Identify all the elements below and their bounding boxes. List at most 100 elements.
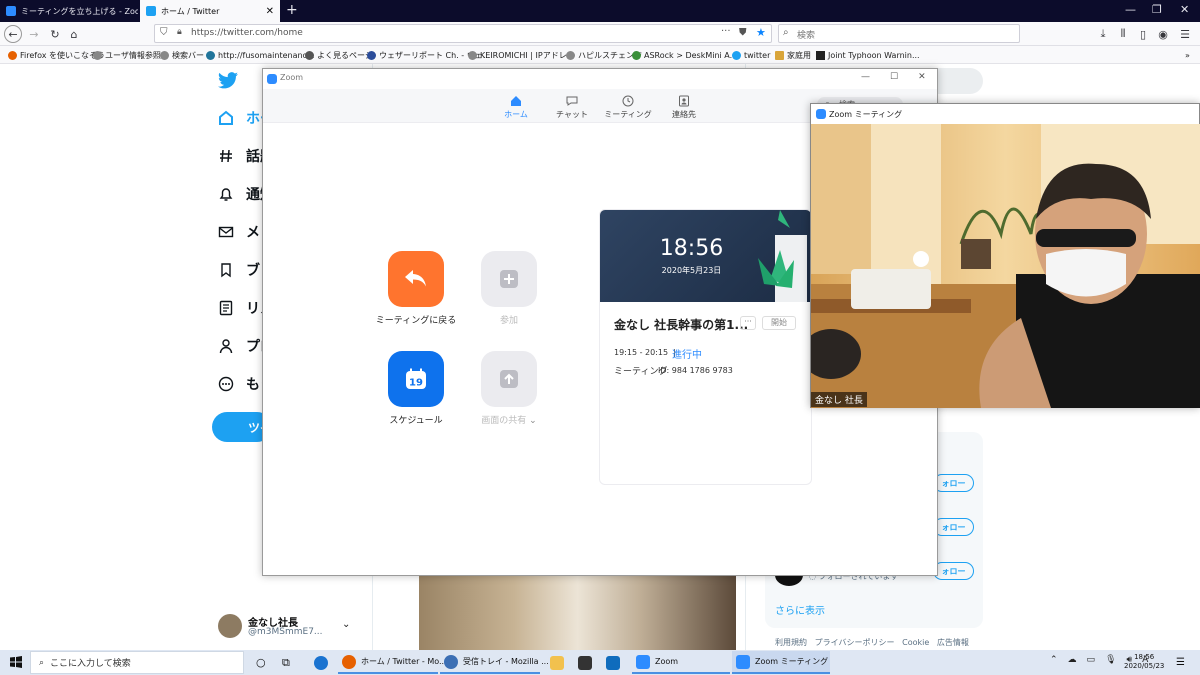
bookmark-item[interactable]: Joint Typhoon Warnin... — [816, 48, 920, 62]
profile-handle: @m3MSmmE7... — [248, 627, 323, 637]
taskbar-app-thunderbird[interactable]: 受信トレイ - Mozilla ... — [440, 651, 549, 674]
chevron-down-icon[interactable]: ⌄ — [529, 416, 537, 426]
zoom-icon — [636, 654, 650, 669]
search-placeholder: 検索 — [797, 31, 816, 41]
onedrive-icon[interactable]: ☁ — [1068, 655, 1077, 665]
taskbar-app-store[interactable] — [574, 651, 601, 674]
taskbar-app-zoom[interactable]: Zoom — [632, 651, 730, 674]
sidebar-icon[interactable]: ▯ — [1134, 25, 1152, 43]
chevron-up-icon[interactable]: ⌃ — [1050, 655, 1058, 665]
task-view-icon[interactable]: ⧉ — [278, 651, 294, 674]
timeline-photo[interactable] — [419, 575, 736, 650]
windows-taskbar: ⌕ ここに入力して検索 ○ ⧉ ホーム / Twitter - Mo... 受信… — [0, 650, 1200, 675]
bell-icon — [219, 188, 233, 201]
taskbar-app-zoom-meeting[interactable]: Zoom ミーティング — [732, 651, 830, 674]
footer-link[interactable]: Cookie — [902, 638, 929, 647]
taskbar-search-input[interactable]: ⌕ ここに入力して検索 — [30, 651, 244, 674]
share-screen-button[interactable] — [481, 351, 537, 407]
close-icon[interactable]: ✕ — [260, 6, 274, 17]
bookmark-star-icon[interactable]: ★ — [756, 26, 766, 39]
download-icon[interactable]: ⤓ — [1094, 25, 1112, 43]
mail-icon — [606, 655, 620, 670]
pocket-icon[interactable]: ⛊ — [739, 27, 747, 38]
twitter-logo-icon[interactable] — [218, 72, 238, 89]
bookmark-item[interactable]: 検索バー — [160, 48, 204, 62]
participant-name-tag: 金なし 社長 — [811, 392, 867, 407]
account-switcher[interactable]: 金なし社長 @m3MSmmE7... ⌄ — [218, 612, 368, 640]
footer-link[interactable]: 広告情報 — [937, 638, 969, 647]
list-icon — [219, 300, 233, 316]
windows-start-icon[interactable] — [10, 656, 22, 668]
cortana-icon[interactable]: ○ — [252, 651, 270, 674]
bookmark-item[interactable]: ASRock > DeskMini A... — [632, 48, 737, 62]
taskbar-app-mail[interactable] — [602, 651, 629, 674]
follow-button[interactable]: ォロー — [933, 474, 974, 492]
show-more-link[interactable]: さらに表示 — [775, 602, 825, 617]
microphone-icon[interactable]: 🎙︎ — [1105, 655, 1116, 665]
contacts-icon — [679, 95, 689, 107]
tab-title: ミーティングを立ち上げる - Zoom — [21, 6, 138, 16]
warning-icon — [816, 50, 825, 60]
url-bar[interactable]: ⛉ 🔒︎ https://twitter.com/home ··· ⛊ ★ — [154, 24, 772, 43]
return-to-meeting-button[interactable] — [388, 251, 444, 307]
tab-title: ホーム / Twitter — [161, 6, 220, 16]
bookmark-item[interactable]: KEIROMICHI | IPアドレ... — [468, 48, 574, 62]
more-options-button[interactable]: ··· — [740, 316, 756, 330]
search-icon: ⌕ — [783, 27, 789, 38]
forward-icon[interactable]: → — [25, 25, 43, 43]
join-button[interactable] — [481, 251, 537, 307]
page-actions-icon[interactable]: ··· — [721, 26, 731, 37]
participant-video[interactable]: 金なし 社長 — [811, 124, 1200, 408]
footer-link[interactable]: 利用規約 — [775, 638, 807, 647]
start-meeting-button[interactable]: 開始 — [762, 316, 796, 330]
footer-link[interactable]: プライバシーポリシー — [815, 638, 895, 647]
tab-twitter-home[interactable]: ホーム / Twitter ✕ — [140, 0, 280, 22]
bookmark-item[interactable]: よく見るページ — [305, 48, 373, 62]
minimize-icon[interactable]: — — [861, 72, 870, 82]
bookmarks-overflow-icon[interactable]: » — [1185, 48, 1190, 62]
shield-icon[interactable]: ⛉ — [160, 27, 168, 38]
bookmark-folder[interactable]: 家庭用 — [775, 48, 811, 62]
bookmark-item[interactable]: Firefox を使いこなそう — [8, 48, 105, 62]
follow-button[interactable]: ォロー — [933, 518, 974, 536]
plus-icon — [500, 270, 518, 288]
taskbar-app-explorer[interactable] — [546, 651, 573, 674]
account-icon[interactable]: ◉ — [1154, 25, 1172, 43]
new-tab-icon[interactable]: + — [286, 2, 298, 18]
close-icon[interactable]: ✕ — [918, 72, 926, 82]
tab-contacts[interactable]: 連絡先 — [659, 95, 709, 120]
chevron-down-icon[interactable]: ⌄ — [342, 619, 350, 630]
tab-zoom-launch[interactable]: ミーティングを立ち上げる - Zoom ✕ — [0, 0, 138, 22]
menu-icon[interactable]: ☰ — [1176, 25, 1194, 43]
search-bar[interactable]: ⌕ 検索 — [778, 24, 1020, 43]
close-window-icon[interactable]: ✕ — [1180, 3, 1189, 16]
library-icon[interactable]: ⫴ — [1114, 25, 1132, 43]
tab-home[interactable]: ホーム — [491, 95, 541, 120]
home-icon[interactable]: ⌂ — [65, 25, 83, 43]
taskbar-clock[interactable]: 18:56 2020/05/23 — [1124, 653, 1164, 671]
bookmark-item[interactable]: ユーザ情報参照 — [93, 48, 161, 62]
taskbar-app-edge[interactable] — [310, 651, 337, 674]
maximize-icon[interactable]: ❐ — [1152, 3, 1162, 16]
tab-chat[interactable]: チャット — [547, 95, 597, 120]
minimize-icon[interactable]: — — [1125, 3, 1136, 16]
tab-meetings[interactable]: ミーティング — [603, 95, 653, 120]
return-arrow-icon — [405, 270, 426, 287]
network-icon[interactable]: ▭ — [1087, 655, 1096, 665]
edge-icon — [314, 655, 328, 670]
notification-icon[interactable]: ☰ — [1172, 651, 1189, 674]
asrock-icon — [632, 50, 641, 60]
reload-icon[interactable]: ↻ — [46, 25, 64, 43]
follow-button[interactable]: ォロー — [933, 562, 974, 580]
lock-icon[interactable]: 🔒︎ — [177, 27, 182, 37]
taskbar-app-firefox[interactable]: ホーム / Twitter - Mo... — [338, 651, 447, 674]
twitter-favicon — [146, 6, 156, 16]
maximize-icon[interactable]: ☐ — [890, 72, 898, 82]
bookmark-item[interactable]: ハピルスチェンジ — [566, 48, 642, 62]
weather-icon — [367, 50, 376, 60]
schedule-button[interactable]: 19 — [388, 351, 444, 407]
bookmark-item[interactable]: http://fusomaintenanc... — [206, 48, 315, 62]
back-icon[interactable]: ← — [4, 25, 22, 43]
bookmark-item[interactable]: twitter — [732, 48, 770, 62]
current-date: 2020年5月23日 — [661, 266, 722, 275]
